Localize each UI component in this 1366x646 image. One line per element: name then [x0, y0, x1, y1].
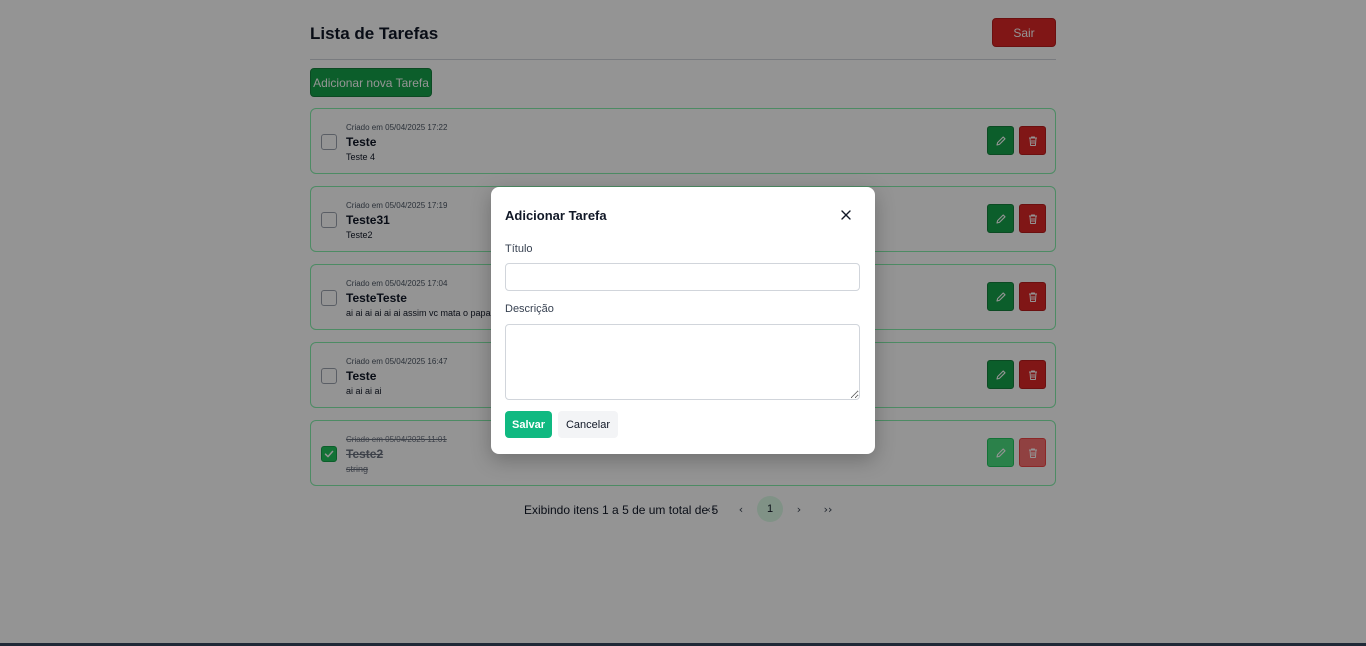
close-icon: [841, 210, 851, 220]
title-input[interactable]: [505, 263, 860, 291]
description-label: Descrição: [505, 303, 554, 315]
save-button[interactable]: Salvar: [505, 411, 552, 438]
description-textarea[interactable]: [505, 324, 860, 400]
title-label: Título: [505, 243, 533, 255]
modal-title: Adicionar Tarefa: [505, 208, 607, 223]
cancel-button[interactable]: Cancelar: [558, 411, 618, 438]
add-task-modal: Adicionar Tarefa Título Descrição Salvar…: [491, 187, 875, 454]
modal-close-button[interactable]: [836, 205, 856, 225]
